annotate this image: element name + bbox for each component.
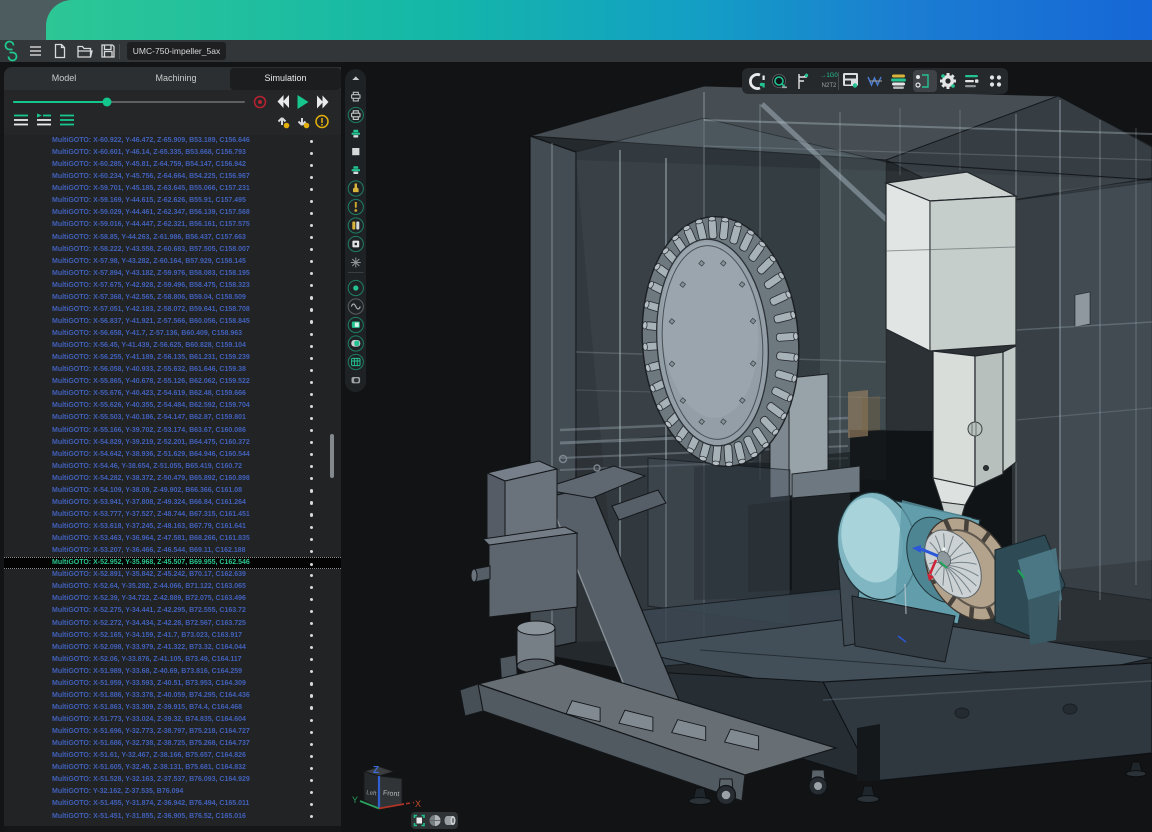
svg-text:Front: Front xyxy=(383,790,400,798)
svg-text:Z: Z xyxy=(373,765,379,776)
svg-text:Y: Y xyxy=(352,795,358,805)
svg-text:X: X xyxy=(415,799,421,809)
